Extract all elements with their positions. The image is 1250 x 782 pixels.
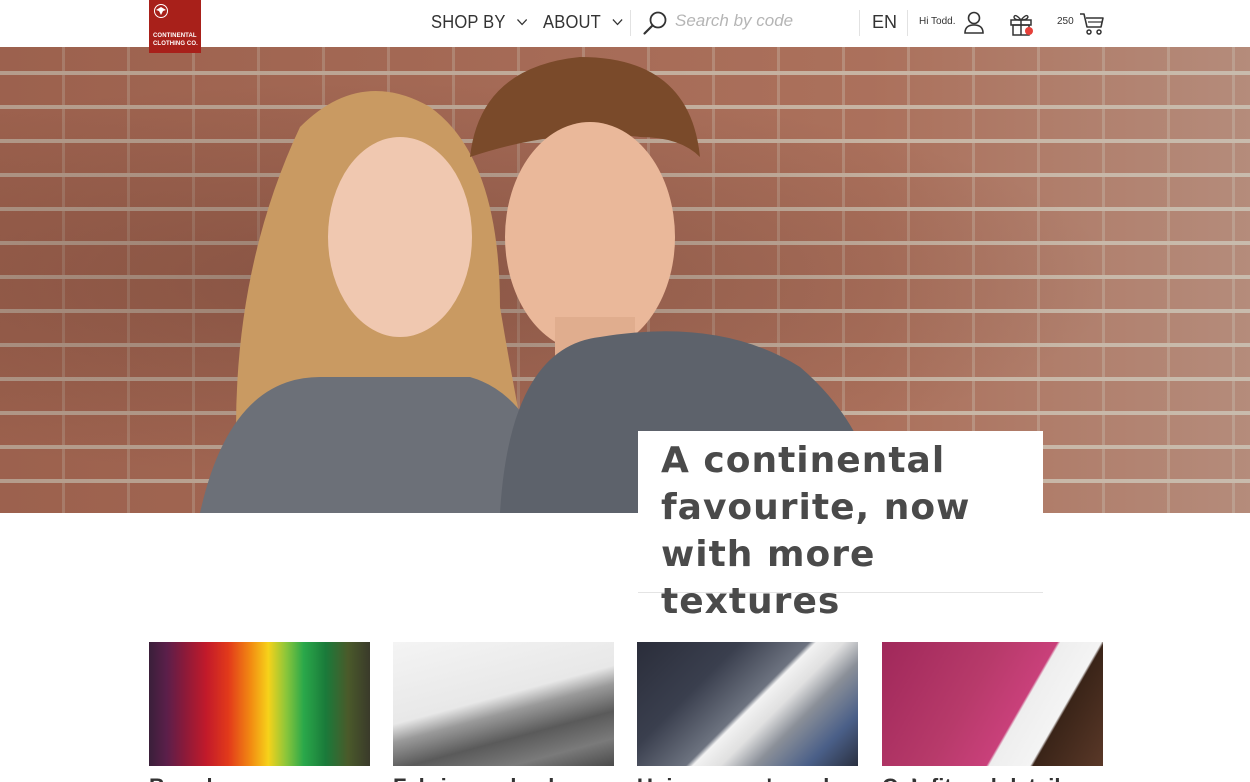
language-selector[interactable]: EN <box>872 12 897 33</box>
user-account-icon[interactable] <box>963 11 985 35</box>
cart-count: 250 <box>1057 16 1074 27</box>
category-title: Brands <box>149 774 225 782</box>
nav-about-label: ABOUT <box>543 11 601 32</box>
site-header: CONTINENTAL CLOTHING CO. SHOP BY ABOUT E… <box>0 0 1250 53</box>
shopping-cart-icon[interactable] <box>1079 11 1105 36</box>
brand-name-line1: CONTINENTAL <box>153 33 197 39</box>
brand-name-line2: CLOTHING CO. <box>153 41 198 47</box>
hero-headline: A continental favourite, now with more t… <box>661 440 971 622</box>
nav-shop-by[interactable]: SHOP BY <box>431 11 528 33</box>
chevron-down-icon <box>517 19 528 26</box>
category-card-fits[interactable]: Unisex, men's and women's <box>637 642 929 782</box>
header-divider <box>907 10 908 36</box>
category-card-fabrics[interactable]: Fabrics and colours <box>393 642 614 782</box>
category-grid: Brands Fabrics and colours Unisex, men's… <box>149 642 1103 782</box>
category-card-details[interactable]: Cut, fit and details <box>882 642 1103 782</box>
hero-models-photo <box>200 57 880 513</box>
nav-about[interactable]: ABOUT <box>543 11 623 33</box>
user-greeting: Hi Todd. <box>919 16 956 27</box>
hero-banner <box>0 47 1250 513</box>
nav-shop-by-label: SHOP BY <box>431 11 506 32</box>
header-divider <box>630 10 631 36</box>
hero-promo-card[interactable]: A continental favourite, now with more t… <box>638 431 1043 622</box>
brand-name: CONTINENTAL CLOTHING CO. <box>153 32 198 48</box>
category-title: Cut, fit and details <box>882 774 1073 782</box>
category-image-rainbow-tshirts <box>149 642 370 766</box>
search-input[interactable] <box>675 8 850 34</box>
gift-notification-badge <box>1025 27 1033 35</box>
category-card-brands[interactable]: Brands <box>149 642 370 782</box>
brand-logo[interactable]: CONTINENTAL CLOTHING CO. <box>149 0 201 53</box>
chevron-down-icon <box>612 19 623 26</box>
category-title: Fabrics and colours <box>393 774 602 782</box>
search-icon[interactable] <box>642 10 668 36</box>
header-divider <box>859 10 860 36</box>
category-image-folded-tshirts <box>637 642 858 766</box>
eagle-emblem-icon <box>154 4 168 18</box>
category-image-white-fabric <box>393 642 614 766</box>
category-image-tailor-chalk <box>882 642 1103 766</box>
